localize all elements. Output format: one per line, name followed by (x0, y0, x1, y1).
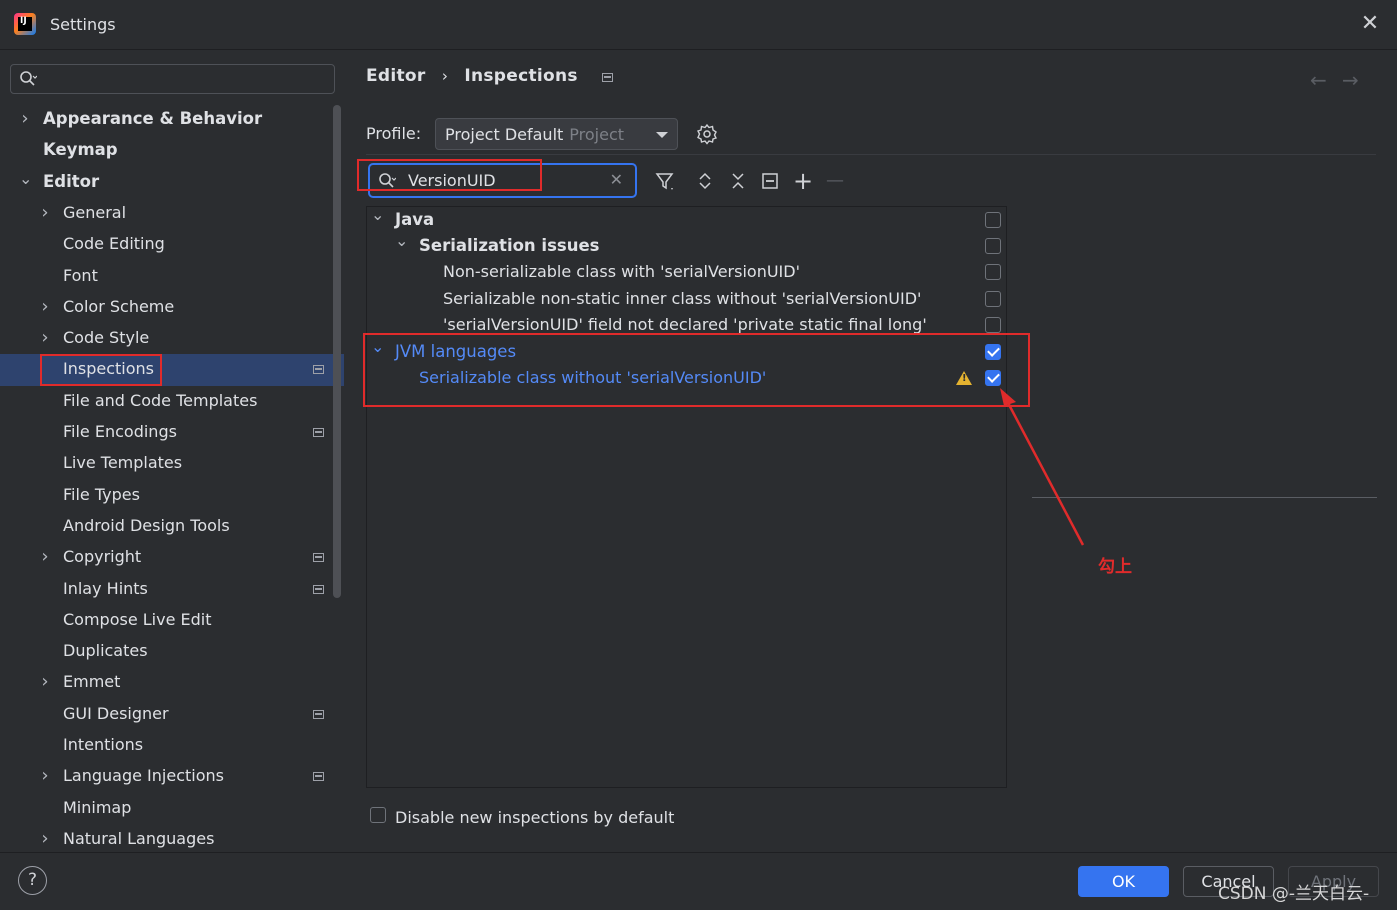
sidebar-item-color-scheme[interactable]: Color Scheme (63, 292, 174, 322)
profile-dropdown[interactable]: Project Default Project (435, 118, 678, 150)
sidebar-item-keymap[interactable]: Keymap (43, 135, 118, 165)
clear-icon[interactable]: ✕ (610, 170, 623, 189)
inspection-item[interactable]: Serializable non-static inner class with… (443, 286, 921, 312)
chevron-down-icon[interactable]: ⌄ (371, 205, 384, 224)
sidebar-item-compose-live-edit[interactable]: Compose Live Edit (63, 605, 212, 635)
project-scope-icon (313, 772, 324, 781)
annotation-highlight-box (363, 333, 1030, 407)
watermark: CSDN @-兰天白云- (1218, 884, 1370, 904)
forward-arrow-icon[interactable]: → (1342, 68, 1359, 92)
disable-new-inspections-label: Disable new inspections by default (395, 808, 675, 827)
project-scope-icon (313, 585, 324, 594)
inspection-enabled-checkbox[interactable] (985, 291, 1001, 307)
sidebar-item-code-editing[interactable]: Code Editing (63, 229, 165, 259)
project-scope-icon (313, 428, 324, 437)
sidebar-item-editor[interactable]: Editor (43, 167, 99, 197)
remove-icon[interactable]: — (824, 170, 846, 192)
sidebar-item-live-templates[interactable]: Live Templates (63, 448, 182, 478)
project-scope-icon (602, 73, 614, 82)
sidebar-item-gui-designer[interactable]: GUI Designer (63, 699, 169, 729)
profile-label: Profile: (366, 124, 422, 143)
inspection-enabled-checkbox[interactable] (985, 238, 1001, 254)
project-scope-icon (313, 553, 324, 562)
inspection-group[interactable]: Java (395, 207, 434, 233)
sidebar-item-android-design-tools[interactable]: Android Design Tools (63, 511, 230, 541)
inspection-enabled-checkbox[interactable] (985, 317, 1001, 333)
annotation-arrow-icon (1000, 388, 1085, 546)
help-button[interactable]: ? (18, 866, 47, 895)
sidebar-item-code-style[interactable]: Code Style (63, 323, 149, 353)
sidebar-item-general[interactable]: General (63, 198, 126, 228)
back-arrow-icon[interactable]: ← (1310, 68, 1327, 92)
sidebar-search-input[interactable] (10, 64, 335, 94)
sidebar-item-natural-languages[interactable]: Natural Languages (63, 824, 214, 854)
chevron-right-icon[interactable]: › (39, 671, 51, 692)
annotation-label: 勾上 (1098, 557, 1132, 577)
chevron-right-icon[interactable]: › (39, 765, 51, 786)
sidebar-item-appearance-behavior[interactable]: Appearance & Behavior (43, 104, 262, 134)
sidebar-item-intentions[interactable]: Intentions (63, 730, 143, 760)
inspection-enabled-checkbox[interactable] (985, 212, 1001, 228)
close-button[interactable]: ✕ (1358, 12, 1382, 36)
profile-value: Project Default (445, 125, 564, 144)
title-bar (0, 0, 1397, 50)
breadcrumb-separator: › (441, 67, 449, 85)
sidebar-scrollbar[interactable] (333, 105, 341, 598)
chevron-right-icon[interactable]: › (19, 108, 31, 129)
search-icon (20, 71, 37, 86)
chevron-down-icon[interactable]: ⌄ (395, 231, 408, 250)
chevron-right-icon[interactable]: › (39, 327, 51, 348)
chevron-right-icon[interactable]: › (39, 296, 51, 317)
chevron-down-icon[interactable]: ⌄ (19, 169, 32, 188)
chevron-right-icon[interactable]: › (39, 828, 51, 849)
chevron-down-icon (656, 132, 668, 138)
sidebar-item-emmet[interactable]: Emmet (63, 667, 120, 697)
breadcrumb: Editor › Inspections (366, 66, 614, 86)
ok-button[interactable]: OK (1078, 866, 1169, 897)
collapse-all-icon[interactable] (727, 170, 749, 192)
sidebar-item-font[interactable]: Font (63, 261, 98, 291)
inspection-enabled-checkbox[interactable] (985, 264, 1001, 280)
gear-icon[interactable] (696, 123, 718, 145)
sidebar-item-duplicates[interactable]: Duplicates (63, 636, 148, 666)
inspection-group[interactable]: Serialization issues (419, 233, 599, 259)
profile-scope: Project (569, 125, 625, 144)
filter-funnel-icon[interactable] (654, 170, 676, 192)
add-icon[interactable]: + (792, 169, 814, 193)
window-title: Settings (50, 15, 116, 34)
annotation-highlight-box (357, 159, 542, 191)
sidebar-item-inlay-hints[interactable]: Inlay Hints (63, 574, 148, 604)
expand-all-icon[interactable] (694, 170, 716, 192)
sidebar-item-file-types[interactable]: File Types (63, 480, 140, 510)
chevron-right-icon[interactable]: › (39, 546, 51, 567)
sidebar-item-file-and-code-templates[interactable]: File and Code Templates (63, 386, 257, 416)
chevron-right-icon[interactable]: › (39, 202, 51, 223)
breadcrumb-parent[interactable]: Editor (366, 66, 426, 86)
intellij-logo-icon: IJ (14, 13, 36, 35)
divider (366, 154, 1376, 155)
inspection-item[interactable]: Non-serializable class with 'serialVersi… (443, 259, 800, 285)
divider (0, 852, 1397, 853)
sidebar-item-language-injections[interactable]: Language Injections (63, 761, 224, 791)
project-scope-icon (313, 710, 324, 719)
sidebar-item-copyright[interactable]: Copyright (63, 542, 141, 572)
breadcrumb-current: Inspections (464, 66, 578, 86)
sidebar-item-minimap[interactable]: Minimap (63, 793, 131, 823)
project-scope-icon (313, 365, 324, 374)
annotation-highlight-box (40, 354, 162, 386)
disable-new-inspections-checkbox[interactable] (370, 807, 386, 823)
sidebar-item-file-encodings[interactable]: File Encodings (63, 417, 177, 447)
reset-to-empty-icon[interactable] (759, 170, 781, 192)
